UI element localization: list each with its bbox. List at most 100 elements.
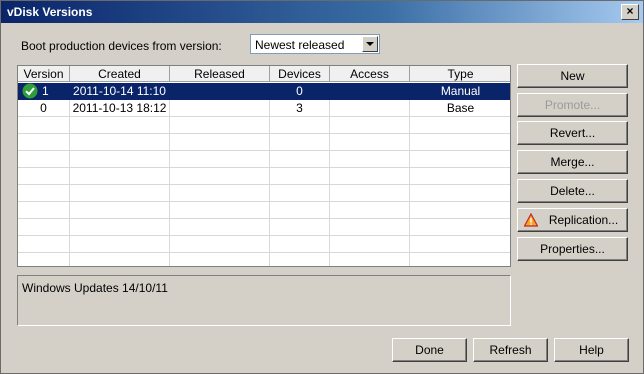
empty-cell bbox=[410, 202, 510, 219]
empty-cell bbox=[270, 253, 330, 266]
empty-cell bbox=[18, 151, 70, 168]
chevron-down-icon[interactable] bbox=[362, 36, 378, 52]
promote-button[interactable]: Promote... bbox=[517, 93, 628, 117]
empty-cell bbox=[330, 253, 410, 266]
empty-cell bbox=[410, 185, 510, 202]
cell-devices: 0 bbox=[270, 83, 330, 100]
cell-version: 0 bbox=[18, 100, 70, 117]
empty-cell bbox=[70, 219, 170, 236]
cell-devices: 3 bbox=[270, 100, 330, 117]
empty-cell bbox=[270, 134, 330, 151]
column-header-version[interactable]: Version bbox=[18, 66, 70, 82]
empty-cell bbox=[410, 151, 510, 168]
cell-released bbox=[170, 100, 270, 117]
empty-cell bbox=[170, 185, 270, 202]
empty-cell bbox=[18, 236, 70, 253]
empty-cell bbox=[330, 202, 410, 219]
empty-cell bbox=[270, 168, 330, 185]
revert-button[interactable]: Revert... bbox=[517, 121, 628, 145]
empty-cell bbox=[270, 185, 330, 202]
empty-table-row bbox=[18, 134, 510, 151]
empty-cell bbox=[330, 168, 410, 185]
empty-cell bbox=[70, 202, 170, 219]
empty-cell bbox=[410, 117, 510, 134]
empty-cell bbox=[170, 117, 270, 134]
replication-button[interactable]: Replication... bbox=[517, 208, 628, 232]
empty-cell bbox=[270, 151, 330, 168]
empty-cell bbox=[170, 253, 270, 266]
close-button[interactable]: × bbox=[621, 4, 639, 20]
empty-cell bbox=[70, 236, 170, 253]
empty-table-row bbox=[18, 151, 510, 168]
empty-cell bbox=[70, 168, 170, 185]
table-row[interactable]: 0 2011-10-13 18:12 3 Base bbox=[18, 100, 510, 117]
empty-cell bbox=[170, 168, 270, 185]
merge-button[interactable]: Merge... bbox=[517, 150, 628, 174]
empty-table-row bbox=[18, 168, 510, 185]
empty-cell bbox=[330, 134, 410, 151]
empty-cell bbox=[18, 185, 70, 202]
empty-cell bbox=[18, 134, 70, 151]
refresh-button[interactable]: Refresh bbox=[473, 338, 548, 362]
replication-label: Replication... bbox=[548, 213, 619, 227]
cell-created: 2011-10-13 18:12 bbox=[70, 100, 170, 117]
cell-type: Manual bbox=[410, 83, 510, 100]
cell-created: 2011-10-14 11:10 bbox=[70, 83, 170, 100]
table-row[interactable]: 1 2011-10-14 11:10 0 Manual bbox=[18, 83, 510, 100]
empty-cell bbox=[70, 117, 170, 134]
empty-cell bbox=[330, 117, 410, 134]
empty-cell bbox=[18, 168, 70, 185]
column-header-created[interactable]: Created bbox=[70, 66, 170, 82]
properties-button[interactable]: Properties... bbox=[517, 237, 628, 261]
boot-version-select[interactable]: Newest released bbox=[250, 34, 380, 54]
empty-table-row bbox=[18, 253, 510, 266]
column-header-access[interactable]: Access bbox=[330, 66, 410, 82]
empty-cell bbox=[330, 236, 410, 253]
empty-table-row bbox=[18, 117, 510, 134]
empty-table-row bbox=[18, 202, 510, 219]
column-header-type[interactable]: Type bbox=[410, 66, 510, 82]
new-button[interactable]: New bbox=[517, 64, 628, 88]
window-title: vDisk Versions bbox=[7, 5, 93, 19]
check-icon bbox=[22, 83, 38, 99]
empty-cell bbox=[410, 219, 510, 236]
empty-cell bbox=[410, 253, 510, 266]
version-value: 1 bbox=[42, 84, 49, 98]
empty-cell bbox=[70, 185, 170, 202]
empty-cell bbox=[270, 117, 330, 134]
delete-button[interactable]: Delete... bbox=[517, 179, 628, 203]
title-bar[interactable]: vDisk Versions × bbox=[1, 1, 643, 23]
empty-cell bbox=[70, 134, 170, 151]
empty-cell bbox=[18, 202, 70, 219]
help-button[interactable]: Help bbox=[554, 338, 629, 362]
vdisk-versions-dialog: vDisk Versions × Boot production devices… bbox=[0, 0, 644, 374]
empty-cell bbox=[270, 219, 330, 236]
empty-table-row bbox=[18, 236, 510, 253]
empty-table-row bbox=[18, 219, 510, 236]
empty-cell bbox=[70, 151, 170, 168]
version-description: Windows Updates 14/10/11 bbox=[17, 275, 511, 326]
cell-access bbox=[330, 83, 410, 100]
table-header: Version Created Released Devices Access … bbox=[18, 66, 510, 83]
description-text: Windows Updates 14/10/11 bbox=[22, 281, 168, 295]
empty-cell bbox=[330, 185, 410, 202]
empty-cell bbox=[170, 151, 270, 168]
empty-cell bbox=[330, 219, 410, 236]
empty-cell bbox=[410, 168, 510, 185]
empty-cell bbox=[170, 236, 270, 253]
versions-table[interactable]: Version Created Released Devices Access … bbox=[17, 65, 511, 267]
empty-cell bbox=[170, 219, 270, 236]
close-icon: × bbox=[626, 4, 634, 18]
empty-cell bbox=[170, 134, 270, 151]
column-header-released[interactable]: Released bbox=[170, 66, 270, 82]
done-button[interactable]: Done bbox=[392, 338, 467, 362]
empty-cell bbox=[18, 219, 70, 236]
empty-cell bbox=[170, 202, 270, 219]
column-header-devices[interactable]: Devices bbox=[270, 66, 330, 82]
empty-table-row bbox=[18, 185, 510, 202]
empty-cell bbox=[270, 236, 330, 253]
empty-cell bbox=[70, 253, 170, 266]
boot-version-label: Boot production devices from version: bbox=[21, 39, 222, 53]
cell-type: Base bbox=[410, 100, 510, 117]
cell-access bbox=[330, 100, 410, 117]
